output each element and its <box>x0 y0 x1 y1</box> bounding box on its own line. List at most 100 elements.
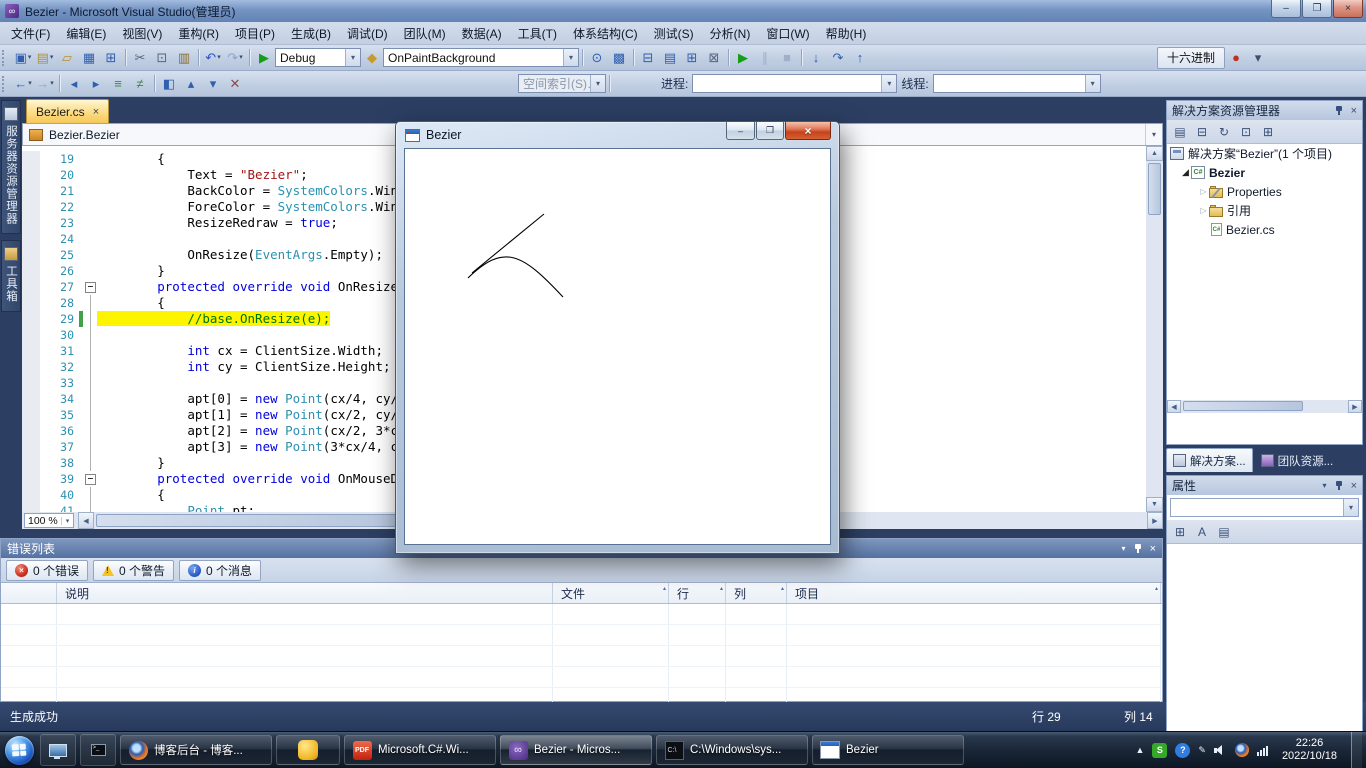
close-panel-icon[interactable]: × <box>1150 543 1156 555</box>
column-header[interactable]: 列 ▴ <box>726 583 787 603</box>
toolbar-grip[interactable] <box>2 75 10 92</box>
expander-icon[interactable]: ◢ <box>1180 167 1191 178</box>
menu-item[interactable]: 帮助(H) <box>818 23 875 44</box>
window-position-icon[interactable]: ▾ <box>1323 481 1327 490</box>
v-scroll-thumb[interactable] <box>1148 163 1161 215</box>
show-all-files-icon[interactable]: ⊟ <box>1192 122 1212 142</box>
tree-item--[interactable]: ▷ 引用 <box>1167 201 1362 220</box>
hidden-icons-chevron-icon[interactable]: ▲ <box>1135 745 1144 755</box>
break-all-icon[interactable]: ∥ <box>754 47 776 69</box>
solution-explorer-title-bar[interactable]: 解决方案资源管理器 × <box>1167 101 1362 120</box>
menu-item[interactable]: 编辑(E) <box>58 23 114 44</box>
toolbox-tab[interactable]: 工具箱 <box>1 240 21 312</box>
member-dropdown-icon[interactable]: ▾ <box>1145 124 1162 145</box>
view-designer-icon[interactable]: ⊞ <box>1258 122 1278 142</box>
find-in-files-icon[interactable]: ▩ <box>608 47 630 69</box>
menu-item[interactable]: 文件(F) <box>3 23 58 44</box>
menu-item[interactable]: 测试(S) <box>646 23 702 44</box>
next-bookmark-icon[interactable]: ▾ <box>202 73 224 95</box>
tree-item--bezier-1-[interactable]: 解决方案“Bezier”(1 个项目) <box>1167 144 1362 163</box>
navigate-forward-icon[interactable]: → ▾ <box>34 73 56 95</box>
platform-icon[interactable]: ◆ <box>361 47 383 69</box>
scroll-right-icon[interactable]: ▶ <box>1348 400 1362 413</box>
im-app-icon[interactable]: S <box>1152 742 1168 758</box>
restore-button[interactable]: ❐ <box>1302 0 1332 18</box>
property-pages-icon[interactable]: ▤ <box>1214 522 1234 542</box>
expander-icon[interactable]: ▷ <box>1198 206 1209 215</box>
app-title-bar[interactable]: Bezier – ❐ × <box>396 122 839 148</box>
pen-input-icon[interactable]: ✎ <box>1198 745 1206 756</box>
zoom-dropdown-icon[interactable]: ▾ <box>61 516 73 525</box>
taskbar-button-firefox[interactable]: 博客后台 - 博客... <box>120 735 272 765</box>
new-project-icon[interactable]: ▣ ▾ <box>12 47 34 69</box>
save-all-icon[interactable]: ⊞ <box>100 47 122 69</box>
menu-item[interactable]: 体系结构(C) <box>565 23 646 44</box>
record-icon[interactable]: ● <box>1225 47 1247 69</box>
network-icon[interactable] <box>1256 744 1268 756</box>
menu-item[interactable]: 视图(V) <box>114 23 170 44</box>
tab-solution-explorer[interactable]: 解决方案... <box>1166 448 1253 472</box>
menu-item[interactable]: 调试(D) <box>339 23 396 44</box>
taskbar-button-cmd[interactable]: C:\ C:\Windows\sys... <box>656 735 808 765</box>
open-file-icon[interactable]: ▱ <box>56 47 78 69</box>
scroll-down-icon[interactable]: ▼ <box>1146 497 1163 512</box>
copy-icon[interactable]: ⊡ <box>151 47 173 69</box>
pinned-monitor-button[interactable] <box>40 734 76 766</box>
close-button[interactable]: × <box>1333 0 1363 18</box>
app-maximize-button[interactable]: ❐ <box>756 122 784 140</box>
taskbar-button-pdf[interactable]: PDF Microsoft.C#.Wi... <box>344 735 496 765</box>
vs-title-bar[interactable]: ∞ Bezier - Microsoft Visual Studio(管理员) … <box>0 0 1366 22</box>
pinned-terminal-button[interactable]: >_ <box>80 734 116 766</box>
refresh-icon[interactable]: ↻ <box>1214 122 1234 142</box>
menu-item[interactable]: 团队(M) <box>396 23 454 44</box>
process-combo[interactable]: ▾ <box>692 74 898 93</box>
bezier-app-window[interactable]: Bezier – ❐ × <box>395 121 840 554</box>
stop-debug-icon[interactable]: ■ <box>776 47 798 69</box>
column-header[interactable]: 行 ▴ <box>669 583 726 603</box>
window-position-icon[interactable]: ▾ <box>1122 544 1126 553</box>
view-code-icon[interactable]: ⊡ <box>1236 122 1256 142</box>
alphabetical-icon[interactable]: A <box>1192 522 1212 542</box>
prev-bookmark-icon[interactable]: ▴ <box>180 73 202 95</box>
h-scroll-thumb[interactable] <box>96 514 396 527</box>
taskbar-button-yellow-app[interactable] <box>276 735 340 765</box>
menu-item[interactable]: 分析(N) <box>702 23 759 44</box>
toggle-bookmark-icon[interactable]: ◧ <box>158 73 180 95</box>
editor-vertical-scrollbar[interactable]: ▲ ▼ <box>1146 146 1163 512</box>
debug-config-combo[interactable]: Debug ▾ <box>275 48 361 67</box>
collapse-icon[interactable] <box>84 473 96 485</box>
expander-icon[interactable]: ▷ <box>1198 187 1209 196</box>
volume-icon[interactable] <box>1213 744 1227 757</box>
minimize-button[interactable]: – <box>1271 0 1301 18</box>
column-header[interactable]: 项目 ▴ <box>787 583 1161 603</box>
step-out-icon[interactable]: ↑ <box>849 47 871 69</box>
tree-item-bezier[interactable]: ◢ C# Bezier <box>1167 163 1362 182</box>
tab-bezier-cs[interactable]: Bezier.cs × <box>26 99 110 123</box>
step-into-icon[interactable]: ↓ <box>805 47 827 69</box>
step-over-icon[interactable]: ↷ <box>827 47 849 69</box>
menu-item[interactable]: 项目(P) <box>227 23 283 44</box>
app-minimize-button[interactable]: – <box>726 122 755 140</box>
taskbar-clock[interactable]: 22:26 2022/10/18 <box>1282 737 1337 763</box>
uncomment-icon[interactable]: ≠ <box>129 73 151 95</box>
warn-filter-button[interactable]: 0 个警告 <box>93 559 175 581</box>
start-button[interactable] <box>0 732 38 768</box>
tab-close-icon[interactable]: × <box>93 106 99 118</box>
browser-tray-icon[interactable] <box>1234 743 1249 757</box>
solution-explorer-icon[interactable]: ⊟ <box>637 47 659 69</box>
scroll-right-icon[interactable]: ▶ <box>1147 512 1163 529</box>
undo-icon[interactable]: ↶ ▾ <box>202 47 224 69</box>
menu-item[interactable]: 窗口(W) <box>758 23 817 44</box>
scroll-left-icon[interactable]: ◀ <box>78 512 94 529</box>
menu-item[interactable]: 工具(T) <box>510 23 565 44</box>
se-scroll-thumb[interactable] <box>1183 401 1303 411</box>
tree-item-bezier-cs[interactable]: C# Bezier.cs <box>1167 220 1362 239</box>
se-properties-icon[interactable]: ▤ <box>1170 122 1190 142</box>
pin-icon[interactable] <box>1335 480 1343 491</box>
find-icon[interactable]: ⊙ <box>586 47 608 69</box>
navigate-back-icon[interactable]: ← ▾ <box>12 73 34 95</box>
column-header[interactable] <box>1 583 57 603</box>
thread-combo[interactable]: ▾ <box>932 74 1101 93</box>
add-item-icon[interactable]: ▤ ▾ <box>34 47 56 69</box>
menu-item[interactable]: 数据(A) <box>454 23 510 44</box>
